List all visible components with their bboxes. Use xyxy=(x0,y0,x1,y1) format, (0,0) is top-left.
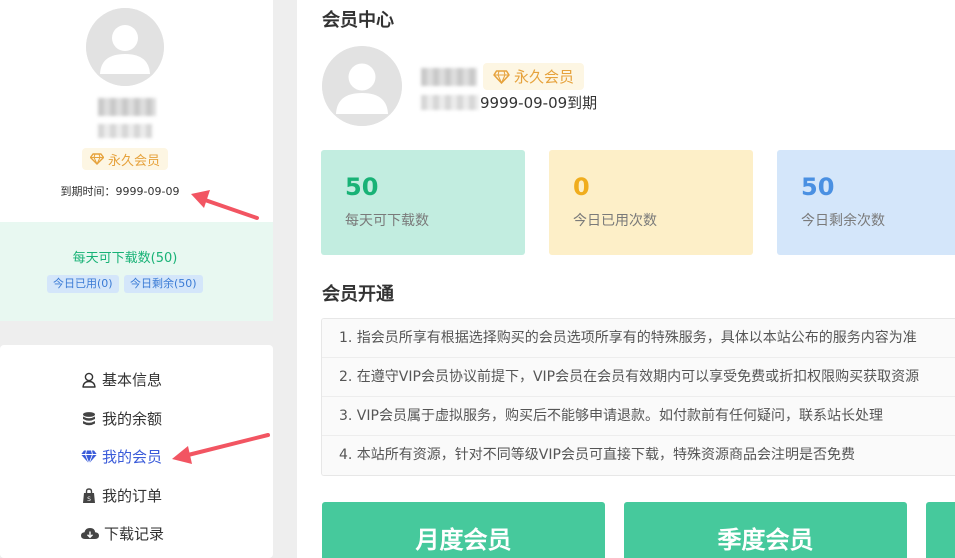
stat-label: 今日已用次数 xyxy=(573,213,657,229)
remaining-today-chip: 今日剩余(50) xyxy=(124,275,203,293)
coins-icon xyxy=(83,411,95,425)
sidebar-item-label: 下载记录 xyxy=(104,525,165,543)
svg-text:S: S xyxy=(87,496,91,503)
user-avatar-icon xyxy=(322,46,402,126)
sidebar-item-balance[interactable]: 我的余额 xyxy=(80,408,162,429)
list-item: 4. 本站所有资源，针对不同等级VIP会员可直接下载，特殊资源商品会注明是否免费 xyxy=(322,436,955,475)
diamond-icon xyxy=(81,449,97,465)
sidebar-item-label: 我的订单 xyxy=(102,487,163,505)
shopping-bag-icon: S xyxy=(83,487,95,503)
user-avatar-icon xyxy=(86,8,164,86)
plan-card-partial[interactable] xyxy=(926,502,955,558)
vip-badge-label: 永久会员 xyxy=(514,68,575,86)
user-id-redacted xyxy=(421,95,479,110)
stat-card-daily-downloads: 50 每天可下载数 xyxy=(321,150,525,255)
download-quota-title: 每天可下载数(50) xyxy=(72,251,178,266)
sidebar-item-basic-info[interactable]: 基本信息 xyxy=(80,369,162,390)
plan-title: 季度会员 xyxy=(717,526,814,554)
stat-label: 今日剩余次数 xyxy=(801,213,885,229)
stat-label: 每天可下载数 xyxy=(345,213,429,229)
stat-card-used-today: 0 今日已用次数 xyxy=(549,150,753,255)
stat-card-remaining-today: 50 今日剩余次数 xyxy=(777,150,955,255)
stat-value: 50 xyxy=(345,173,379,201)
diamond-icon xyxy=(90,153,104,165)
used-today-chip: 今日已用(0) xyxy=(47,275,119,293)
vip-badge-label: 永久会员 xyxy=(108,153,161,169)
sidebar-item-label: 我的余额 xyxy=(102,410,163,428)
plan-title: 月度会员 xyxy=(415,526,512,554)
plan-card-quarterly[interactable]: 季度会员 xyxy=(624,502,907,558)
sidebar-item-orders[interactable]: S 我的订单 xyxy=(80,485,162,506)
user-id-redacted xyxy=(98,124,152,138)
vip-badge: 永久会员 xyxy=(82,148,169,170)
username-redacted xyxy=(421,68,477,86)
stat-value: 50 xyxy=(801,173,835,201)
avatar[interactable] xyxy=(86,8,164,86)
expire-date: 到期时间：9999-09-09 xyxy=(60,185,180,198)
diamond-icon xyxy=(493,69,510,84)
avatar[interactable] xyxy=(322,46,402,126)
vip-badge: 永久会员 xyxy=(483,63,585,90)
list-item: 1. 指会员所享有根据选择购买的会员选项所享有的特殊服务，具体以本站公布的服务内… xyxy=(322,319,955,358)
stat-value: 0 xyxy=(573,173,590,201)
sidebar-item-downloads[interactable]: 下载记录 xyxy=(80,523,164,544)
list-item: 3. VIP会员属于虚拟服务，购买后不能够申请退款。如付款前有任何疑问，联系站长… xyxy=(322,397,955,436)
download-quota-panel xyxy=(0,222,273,321)
sidebar-item-label: 我的会员 xyxy=(102,448,163,466)
expire-date: 9999-09-09到期 xyxy=(480,94,598,112)
section-title-membership-open: 会员开通 xyxy=(322,284,394,305)
sidebar-item-membership[interactable]: 我的会员 xyxy=(80,446,162,467)
user-icon xyxy=(82,372,96,388)
username-redacted xyxy=(98,98,156,116)
list-item: 2. 在遵守VIP会员协议前提下，VIP会员在会员有效期内可以享受免费或折扣权限… xyxy=(322,358,955,397)
membership-notice-list: 1. 指会员所享有根据选择购买的会员选项所享有的特殊服务，具体以本站公布的服务内… xyxy=(321,318,955,476)
cloud-download-icon xyxy=(81,527,99,539)
sidebar-item-label: 基本信息 xyxy=(102,371,163,389)
page-title: 会员中心 xyxy=(322,10,394,31)
plan-card-monthly[interactable]: 月度会员 xyxy=(322,502,605,558)
